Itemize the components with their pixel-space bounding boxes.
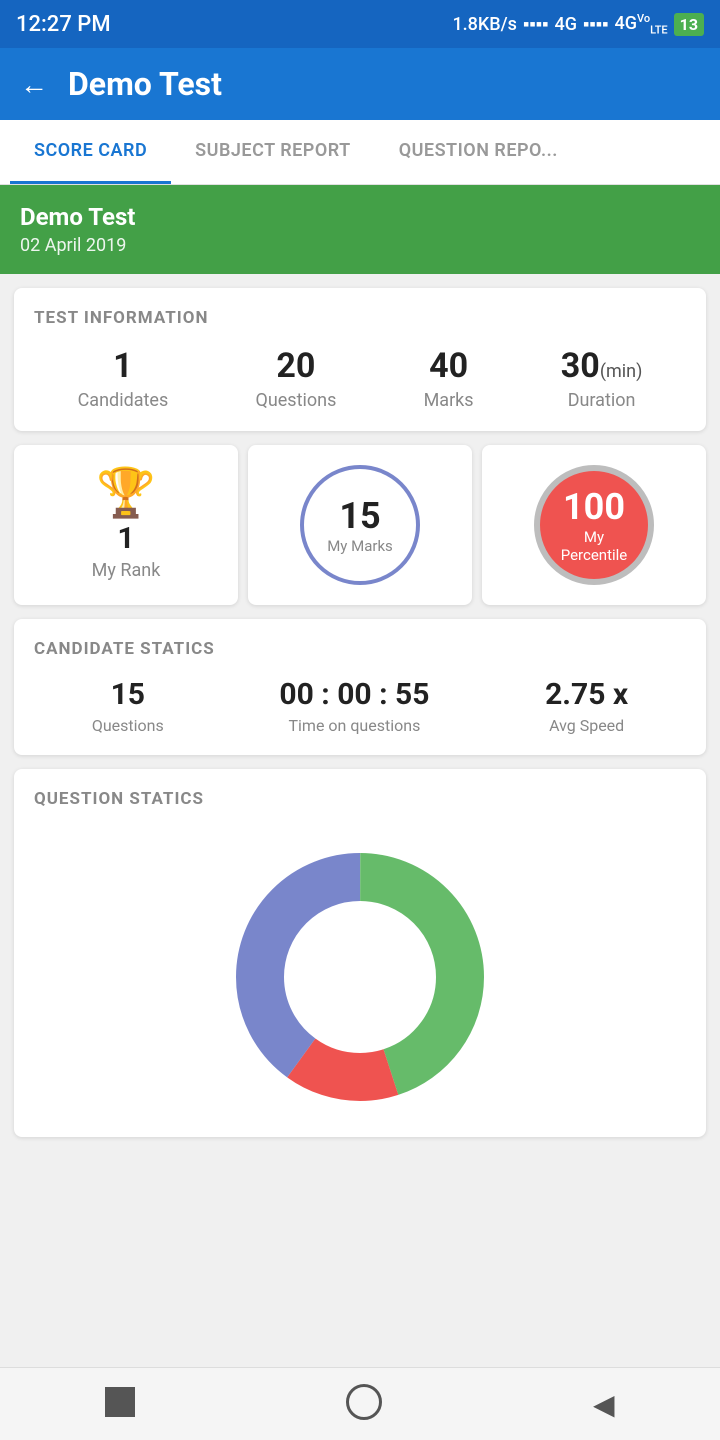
page-title: Demo Test <box>68 65 222 103</box>
candidate-statics-title: CANDIDATE STATICS <box>34 639 686 659</box>
test-information-card: TEST INFORMATION 1 Candidates 20 Questio… <box>14 288 706 431</box>
status-signal: 1.8KB/s <box>452 14 517 35</box>
back-button[interactable]: ← <box>20 68 48 101</box>
banner-test-date: 02 April 2019 <box>20 235 700 256</box>
rank-value: 1 <box>117 521 134 556</box>
tab-question-report[interactable]: QUESTION REPO... <box>375 120 582 184</box>
trophy-icon: 🏆 <box>96 469 156 517</box>
duration-label: Duration <box>561 390 643 411</box>
tab-subject-report[interactable]: SUBJECT REPORT <box>171 120 375 184</box>
questions-value: 20 <box>255 346 336 386</box>
marks-value: 40 <box>424 346 474 386</box>
statics-questions-value: 15 <box>92 677 164 712</box>
question-statics-title: QUESTION STATICS <box>34 789 686 809</box>
nav-back-button[interactable]: ◀ <box>593 1388 615 1421</box>
nav-square-button[interactable] <box>105 1387 135 1421</box>
marks-circle-label: My Marks <box>327 537 393 555</box>
donut-hole <box>290 907 430 1047</box>
battery-icon: 13 <box>674 13 704 36</box>
duration-value: 30(min) <box>561 346 643 386</box>
performance-row: 🏆 1 My Rank 15 My Marks 100 My Percentil… <box>14 445 706 605</box>
percentile-circle: 100 My Percentile <box>534 465 654 585</box>
candidate-statics-card: CANDIDATE STATICS 15 Questions 00 : 00 :… <box>14 619 706 755</box>
donut-chart <box>200 837 520 1117</box>
statics-time: 00 : 00 : 55 Time on questions <box>279 677 429 735</box>
statics-speed-label: Avg Speed <box>545 716 628 735</box>
duration-item: 30(min) Duration <box>561 346 643 411</box>
marks-label: Marks <box>424 390 474 411</box>
nav-circle-icon <box>346 1384 382 1420</box>
candidates-item: 1 Candidates <box>78 346 169 411</box>
rank-card: 🏆 1 My Rank <box>14 445 238 605</box>
tabs-bar: SCORE CARD SUBJECT REPORT QUESTION REPO.… <box>0 120 720 185</box>
statics-speed-value: 2.75 x <box>545 677 628 712</box>
questions-label: Questions <box>255 390 336 411</box>
signal-bars2-icon: ▪▪▪▪ <box>583 14 609 35</box>
marks-circle-value: 15 <box>339 495 380 537</box>
header: ← Demo Test <box>0 48 720 120</box>
percentile-label: My Percentile <box>561 528 628 564</box>
status-bar: 12:27 PM 1.8KB/s ▪▪▪▪ 4G ▪▪▪▪ 4GVoLTE 13 <box>0 0 720 48</box>
nav-home-button[interactable] <box>346 1384 382 1424</box>
status-network: 4G <box>554 14 577 35</box>
statics-questions: 15 Questions <box>92 677 164 735</box>
question-statics-card: QUESTION STATICS <box>14 769 706 1137</box>
statics-time-value: 00 : 00 : 55 <box>279 677 429 712</box>
test-info-title: TEST INFORMATION <box>34 308 686 328</box>
percentile-card: 100 My Percentile <box>482 445 706 605</box>
status-time: 12:27 PM <box>16 12 111 37</box>
candidate-statics-grid: 15 Questions 00 : 00 : 55 Time on questi… <box>34 677 686 735</box>
nav-square-icon <box>105 1387 135 1417</box>
nav-back-icon: ◀ <box>593 1388 615 1421</box>
marks-circle: 15 My Marks <box>300 465 420 585</box>
nav-bar: ◀ <box>0 1367 720 1440</box>
statics-questions-label: Questions <box>92 716 164 735</box>
questions-item: 20 Questions <box>255 346 336 411</box>
status-right: 1.8KB/s ▪▪▪▪ 4G ▪▪▪▪ 4GVoLTE 13 <box>452 12 704 37</box>
candidates-value: 1 <box>78 346 169 386</box>
marks-item: 40 Marks <box>424 346 474 411</box>
network2-label: 4GVoLTE <box>615 12 668 37</box>
banner-test-name: Demo Test <box>20 203 700 231</box>
signal-bars-icon: ▪▪▪▪ <box>523 14 549 35</box>
percentile-value: 100 <box>563 486 625 528</box>
test-info-grid: 1 Candidates 20 Questions 40 Marks 30(mi… <box>34 346 686 411</box>
candidates-label: Candidates <box>78 390 169 411</box>
rank-label: My Rank <box>92 560 161 581</box>
statics-speed: 2.75 x Avg Speed <box>545 677 628 735</box>
donut-chart-container <box>34 827 686 1117</box>
statics-time-label: Time on questions <box>279 716 429 735</box>
tab-score-card[interactable]: SCORE CARD <box>10 120 171 184</box>
test-banner: Demo Test 02 April 2019 <box>0 185 720 274</box>
marks-card: 15 My Marks <box>248 445 472 605</box>
